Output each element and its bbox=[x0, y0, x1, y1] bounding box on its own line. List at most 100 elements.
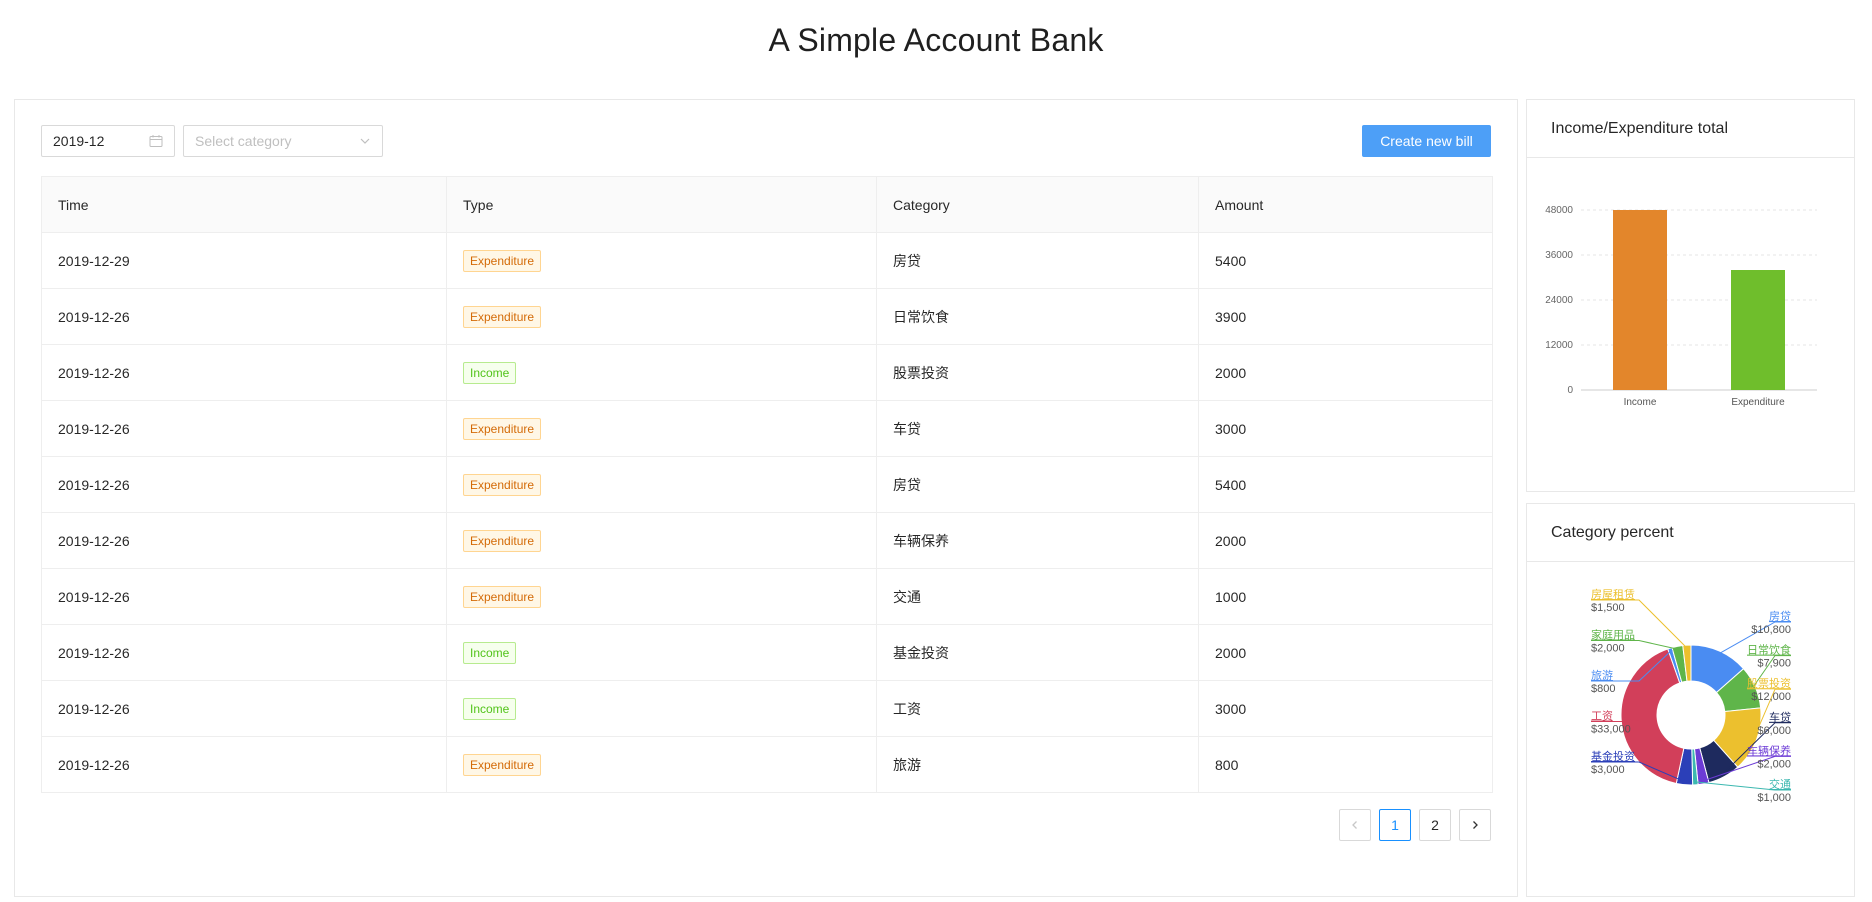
pie-value-label: $3,000 bbox=[1591, 764, 1625, 776]
pie-value-label: $2,000 bbox=[1591, 643, 1625, 655]
pie-value-label: $10,800 bbox=[1751, 624, 1791, 636]
page-title: A Simple Account Bank bbox=[768, 22, 1104, 58]
type-tag: Expenditure bbox=[463, 305, 542, 328]
table-row[interactable]: 2019-12-26 Expenditure 房贷 5400 bbox=[41, 456, 1493, 513]
cell-time: 2019-12-26 bbox=[41, 680, 447, 737]
cell-category: 日常饮食 bbox=[876, 288, 1199, 345]
cell-amount: 5400 bbox=[1198, 232, 1493, 289]
pie-label: 交通 bbox=[1769, 777, 1791, 791]
cell-amount: 1000 bbox=[1198, 568, 1493, 625]
month-picker-value: 2019-12 bbox=[53, 133, 105, 149]
income-expenditure-title: Income/Expenditure total bbox=[1527, 100, 1854, 158]
cell-amount: 2000 bbox=[1198, 344, 1493, 401]
cell-category: 旅游 bbox=[876, 736, 1199, 793]
pie-label: 家庭用品 bbox=[1591, 628, 1635, 642]
pie-label: 车辆保养 bbox=[1747, 743, 1791, 757]
type-tag: Expenditure bbox=[463, 473, 542, 496]
cell-category: 车贷 bbox=[876, 400, 1199, 457]
pie-leader-dot bbox=[1693, 780, 1698, 784]
cell-time: 2019-12-26 bbox=[41, 456, 447, 513]
type-tag: Income bbox=[463, 697, 517, 720]
pie-label: 房屋租赁 bbox=[1591, 587, 1635, 601]
table-row[interactable]: 2019-12-26 Income 股票投资 2000 bbox=[41, 344, 1493, 401]
cell-type: Expenditure bbox=[446, 232, 877, 289]
page-2-button[interactable]: 2 bbox=[1419, 809, 1451, 841]
cell-category: 股票投资 bbox=[876, 344, 1199, 401]
pie-label: 旅游 bbox=[1591, 668, 1613, 682]
header-category[interactable]: Category bbox=[876, 176, 1199, 233]
bills-table: Time Type Category Amount 2019-12-29 Expe… bbox=[41, 176, 1493, 793]
table-row[interactable]: 2019-12-26 Expenditure 车贷 3000 bbox=[41, 400, 1493, 457]
pie-value-label: $6,000 bbox=[1757, 725, 1791, 737]
create-bill-button[interactable]: Create new bill bbox=[1362, 125, 1491, 157]
prev-page-button[interactable] bbox=[1339, 809, 1371, 841]
cell-amount: 3000 bbox=[1198, 680, 1493, 737]
pie-value-label: $1,000 bbox=[1757, 792, 1791, 804]
month-picker[interactable]: 2019-12 bbox=[41, 125, 175, 157]
cell-amount: 3000 bbox=[1198, 400, 1493, 457]
pie-value-label: $1,500 bbox=[1591, 602, 1625, 614]
pie-value-label: $33,000 bbox=[1591, 724, 1631, 736]
cell-type: Income bbox=[446, 344, 877, 401]
header-time[interactable]: Time bbox=[41, 176, 447, 233]
table-row[interactable]: 2019-12-29 Expenditure 房贷 5400 bbox=[41, 232, 1493, 289]
cell-amount: 2000 bbox=[1198, 512, 1493, 569]
pie-value-label: $2,000 bbox=[1757, 758, 1791, 770]
category-percent-card: Category percent 房贷 $10,800 日常饮食 $7,900 股票投资… bbox=[1526, 503, 1855, 897]
cell-time: 2019-12-29 bbox=[41, 232, 447, 289]
table-row[interactable]: 2019-12-26 Expenditure 车辆保养 2000 bbox=[41, 512, 1493, 569]
pie-leader-dot bbox=[1676, 647, 1680, 652]
pie-label: 基金投资 bbox=[1591, 749, 1635, 763]
income-expenditure-card: Income/Expenditure total 0 12000 24000 3600… bbox=[1526, 99, 1855, 492]
cell-type: Expenditure bbox=[446, 568, 877, 625]
pie-leader-dot bbox=[1751, 737, 1756, 741]
pie-value-label: $7,900 bbox=[1757, 658, 1791, 670]
table-row[interactable]: 2019-12-26 Expenditure 旅游 800 bbox=[41, 736, 1493, 793]
type-tag: Expenditure bbox=[463, 585, 542, 608]
cell-category: 车辆保养 bbox=[876, 512, 1199, 569]
next-page-button[interactable] bbox=[1459, 809, 1491, 841]
cell-type: Expenditure bbox=[446, 400, 877, 457]
category-percent-pie-chart: 房贷$10,800 日常饮食$7,900 股票投资$12,000 车贷$6,000 车辆… bbox=[1591, 587, 1791, 804]
bar-income[interactable] bbox=[1613, 210, 1667, 390]
chevron-right-icon bbox=[1473, 821, 1478, 829]
y-tick-label: 24000 bbox=[1545, 295, 1573, 306]
cell-amount: 2000 bbox=[1198, 624, 1493, 681]
pie-label: 日常饮食 bbox=[1747, 643, 1791, 657]
page-1-button[interactable]: 1 bbox=[1379, 809, 1411, 841]
type-tag: Income bbox=[463, 641, 517, 664]
cell-type: Expenditure bbox=[446, 288, 877, 345]
pie-label: 房贷 bbox=[1769, 609, 1791, 623]
category-select-placeholder: Select category bbox=[195, 133, 292, 149]
x-tick-label: Expenditure bbox=[1731, 397, 1785, 408]
y-tick-label: 48000 bbox=[1545, 205, 1573, 216]
cell-category: 基金投资 bbox=[876, 624, 1199, 681]
table-row[interactable]: 2019-12-26 Income 工资 3000 bbox=[41, 680, 1493, 737]
pie-value-label: $800 bbox=[1591, 683, 1615, 695]
cell-type: Expenditure bbox=[446, 456, 877, 513]
pie-leader-dot bbox=[1685, 646, 1689, 650]
table-header-row: Time Type Category Amount bbox=[41, 176, 1493, 233]
y-tick-label: 12000 bbox=[1545, 340, 1573, 351]
cell-time: 2019-12-26 bbox=[41, 288, 447, 345]
type-tag: Expenditure bbox=[463, 249, 542, 272]
cell-time: 2019-12-26 bbox=[41, 400, 447, 457]
table-row[interactable]: 2019-12-26 Expenditure 交通 1000 bbox=[41, 568, 1493, 625]
bar-expenditure[interactable] bbox=[1731, 270, 1785, 390]
cell-time: 2019-12-26 bbox=[41, 512, 447, 569]
cell-amount: 800 bbox=[1198, 736, 1493, 793]
cell-time: 2019-12-26 bbox=[41, 568, 447, 625]
table-row[interactable]: 2019-12-26 Income 基金投资 2000 bbox=[41, 624, 1493, 681]
chevron-left-icon bbox=[1352, 821, 1357, 829]
table-row[interactable]: 2019-12-26 Expenditure 日常饮食 3900 bbox=[41, 288, 1493, 345]
cell-category: 房贷 bbox=[876, 456, 1199, 513]
header-type[interactable]: Type bbox=[446, 176, 877, 233]
header-amount[interactable]: Amount bbox=[1198, 176, 1493, 233]
type-tag: Income bbox=[463, 361, 517, 384]
cell-category: 房贷 bbox=[876, 232, 1199, 289]
cell-category: 工资 bbox=[876, 680, 1199, 737]
category-select[interactable]: Select category bbox=[183, 125, 383, 157]
cell-category: 交通 bbox=[876, 568, 1199, 625]
income-expenditure-bar-chart: 0 12000 24000 36000 48000 Income Expenditure bbox=[1545, 205, 1817, 408]
pagination: 1 2 bbox=[1339, 809, 1491, 841]
